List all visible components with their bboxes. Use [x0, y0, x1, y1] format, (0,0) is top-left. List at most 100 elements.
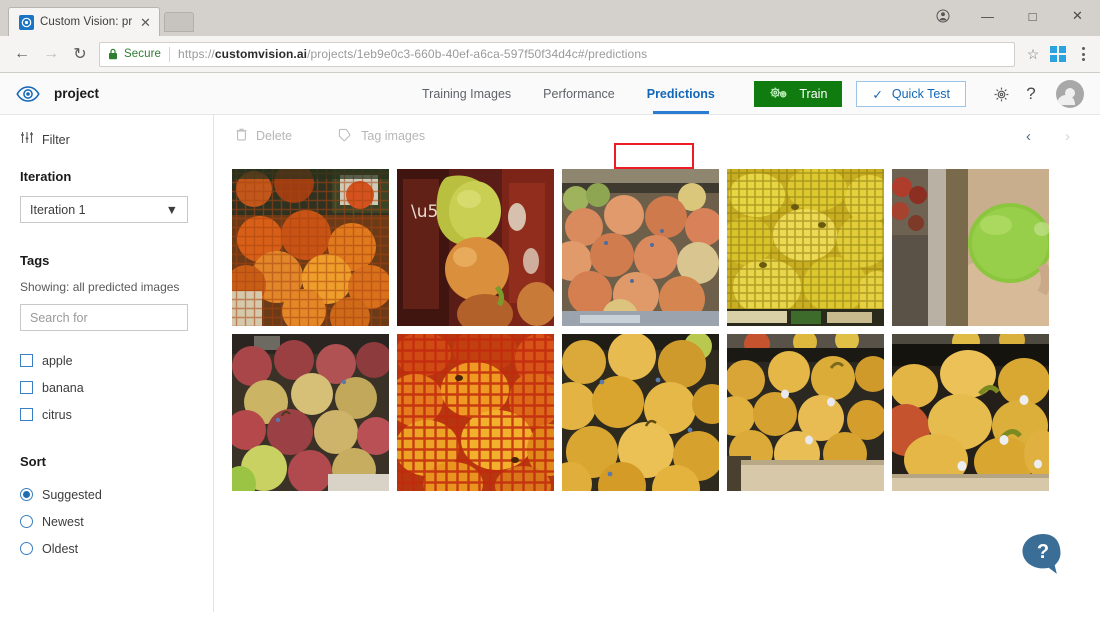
page-title: project [54, 86, 99, 101]
radio-icon[interactable] [20, 542, 33, 555]
lock-icon [108, 48, 118, 60]
url-text: https://customvision.ai/projects/1eb9e0c… [178, 47, 647, 61]
quick-test-button[interactable]: ✓ Quick Test [856, 81, 966, 107]
prediction-image-thumbnail[interactable] [727, 169, 884, 326]
delete-button[interactable]: Delete [236, 128, 292, 144]
prediction-image-thumbnail[interactable] [232, 169, 389, 326]
back-button[interactable]: ← [8, 40, 36, 68]
tab-predictions[interactable]: Predictions [631, 73, 731, 115]
filter-button[interactable]: Filter [0, 131, 213, 149]
brand[interactable]: project [16, 86, 99, 102]
new-tab-button[interactable] [164, 12, 194, 32]
avatar[interactable] [1056, 80, 1084, 108]
prediction-image-thumbnail[interactable] [232, 334, 389, 491]
chevron-down-icon: ▼ [166, 203, 178, 217]
tag-list: apple banana citrus [0, 347, 213, 428]
sort-heading: Sort [0, 454, 213, 469]
tag-item-apple[interactable]: apple [0, 347, 213, 374]
sort-option-label: Oldest [42, 542, 78, 556]
help-question-icon[interactable]: ? [1016, 79, 1046, 109]
window-close-button[interactable]: ✕ [1055, 0, 1100, 32]
tag-images-label: Tag images [361, 129, 425, 143]
browser-tab-title: Custom Vision: project - [40, 16, 132, 28]
sort-option-newest[interactable]: Newest [0, 508, 213, 535]
tag-label: banana [42, 381, 84, 395]
address-bar[interactable]: Secure https://customvision.ai/projects/… [99, 42, 1015, 67]
prediction-image-thumbnail[interactable] [892, 334, 1049, 491]
browser-chrome: Custom Vision: project - ✕ — □ ✕ ← → ↻ [0, 0, 1100, 73]
quick-test-label: Quick Test [892, 87, 950, 101]
filter-icon [20, 131, 34, 149]
sort-option-oldest[interactable]: Oldest [0, 535, 213, 562]
pagination: ‹ › [1026, 129, 1070, 144]
url-domain: customvision.ai [215, 47, 307, 61]
omnibox-divider [169, 47, 170, 62]
sort-option-label: Newest [42, 515, 84, 529]
radio-icon[interactable] [20, 515, 33, 528]
train-button-label: Train [799, 87, 827, 101]
checkbox-icon[interactable] [20, 408, 33, 421]
secure-label: Secure [124, 48, 161, 60]
settings-gear-icon[interactable] [986, 79, 1016, 109]
forward-button[interactable]: → [37, 40, 65, 68]
url-path: /projects/1eb9e0c3-660b-40ef-a6ca-597f50… [307, 47, 647, 61]
tag-images-button[interactable]: Tag images [338, 128, 425, 144]
window-controls: — □ ✕ [920, 0, 1100, 32]
tab-performance[interactable]: Performance [527, 73, 631, 115]
prediction-image-thumbnail[interactable] [397, 334, 554, 491]
prediction-image-thumbnail[interactable] [727, 334, 884, 491]
close-icon[interactable]: ✕ [138, 15, 153, 30]
app-body: Filter Iteration Iteration 1 ▼ Tags Show… [0, 115, 1100, 612]
tag-item-banana[interactable]: banana [0, 374, 213, 401]
delete-label: Delete [256, 129, 292, 143]
prev-page-button[interactable]: ‹ [1026, 129, 1031, 144]
tags-heading: Tags [0, 253, 213, 268]
checkmark-icon: ✓ [872, 87, 882, 102]
profile-icon[interactable] [920, 0, 965, 32]
header-actions: Train ✓ Quick Test ? [754, 73, 1084, 115]
tab-training-images[interactable]: Training Images [406, 73, 527, 115]
bookmark-star-icon[interactable]: ☆ [1022, 43, 1044, 65]
minimize-button[interactable]: — [965, 0, 1010, 32]
browser-tab[interactable]: Custom Vision: project - ✕ [8, 7, 160, 36]
app-nav-tabs: Training Images Performance Predictions [406, 73, 731, 115]
tag-icon [338, 128, 352, 144]
tag-label: citrus [42, 408, 72, 422]
iteration-select[interactable]: Iteration 1 ▼ [20, 196, 188, 223]
sort-option-label: Suggested [42, 488, 102, 502]
main-toolbar: Delete Tag images ‹ › [214, 115, 1100, 157]
prediction-image-thumbnail[interactable] [892, 169, 1049, 326]
custom-vision-favicon [19, 15, 34, 30]
reload-button[interactable]: ↻ [66, 40, 94, 68]
train-button[interactable]: Train [754, 81, 842, 107]
sort-option-suggested[interactable]: Suggested [0, 481, 213, 508]
help-fab-label: ? [1037, 541, 1049, 563]
browser-toolbar: ← → ↻ Secure https://customvision.ai/pro… [0, 36, 1100, 73]
sort-options: Suggested Newest Oldest [0, 481, 213, 562]
extension-icon[interactable] [1050, 46, 1066, 62]
radio-icon[interactable] [20, 488, 33, 501]
main-content: Delete Tag images ‹ › [214, 115, 1100, 612]
prediction-image-thumbnail[interactable] [562, 334, 719, 491]
filter-label: Filter [42, 133, 70, 147]
iteration-selected-value: Iteration 1 [30, 203, 86, 217]
browser-menu-icon[interactable] [1074, 41, 1092, 67]
prediction-image-grid: \u5b89 [214, 157, 1100, 491]
next-page-button[interactable]: › [1065, 129, 1070, 144]
browser-tabstrip: Custom Vision: project - ✕ — □ ✕ [0, 0, 1100, 36]
checkbox-icon[interactable] [20, 354, 33, 367]
trash-icon [236, 128, 247, 144]
eye-logo-icon [16, 86, 40, 102]
checkbox-icon[interactable] [20, 381, 33, 394]
tag-label: apple [42, 354, 73, 368]
showing-status-text: Showing: all predicted images [0, 280, 213, 294]
help-chat-button[interactable]: ? [1020, 532, 1066, 576]
help-question-label: ? [1026, 84, 1035, 104]
tag-item-citrus[interactable]: citrus [0, 401, 213, 428]
iteration-heading: Iteration [0, 169, 213, 184]
url-scheme: https:// [178, 47, 215, 61]
tag-search-input[interactable] [20, 304, 188, 331]
prediction-image-thumbnail[interactable] [562, 169, 719, 326]
maximize-button[interactable]: □ [1010, 0, 1055, 32]
prediction-image-thumbnail[interactable]: \u5b89 [397, 169, 554, 326]
